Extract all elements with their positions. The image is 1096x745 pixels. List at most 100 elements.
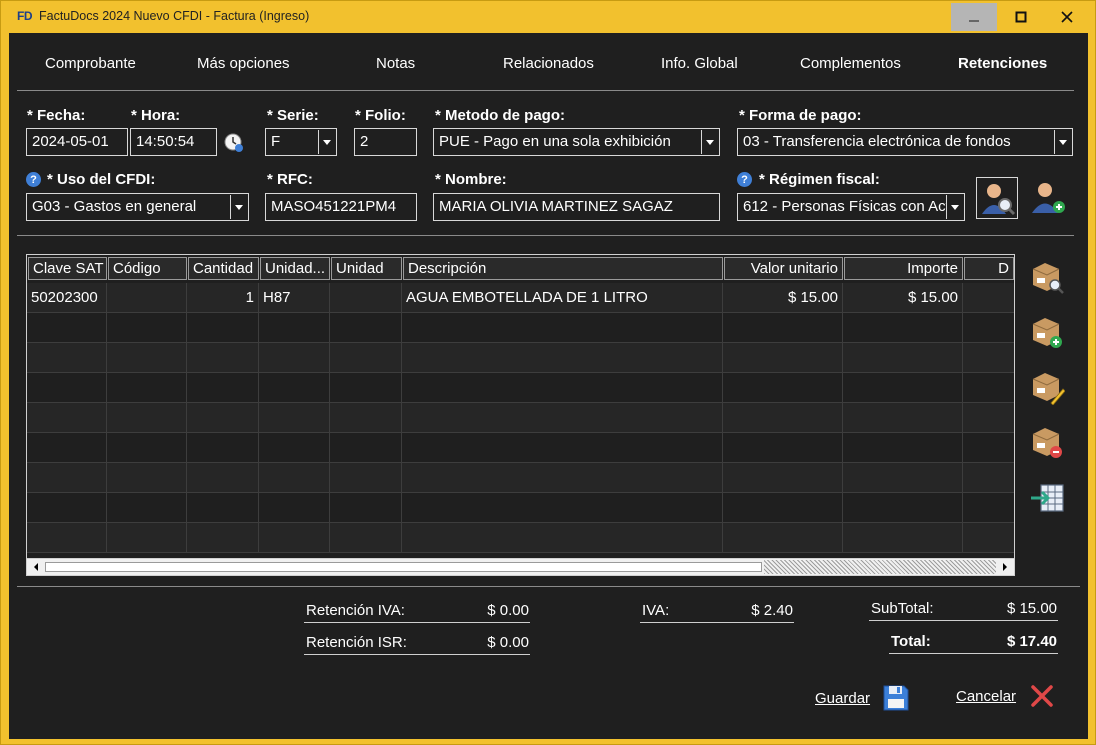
tab-relacionados[interactable]: Relacionados (503, 55, 594, 72)
delete-product-icon[interactable] (1029, 424, 1065, 460)
scroll-left-button[interactable] (28, 560, 44, 574)
metodo-pago-value: PUE - Pago en una sola exhibición (439, 133, 671, 150)
retencion-isr-value: $ 0.00 (487, 634, 529, 651)
scroll-track[interactable] (764, 560, 996, 574)
title-bar[interactable]: FD FactuDocs 2024 Nuevo CFDI - Factura (… (1, 1, 1095, 32)
tab-retenciones[interactable]: Retenciones (958, 55, 1047, 72)
app-window: F D FactuDocs 2024 Nuevo CFDI - Factura (… (0, 0, 1096, 745)
concepts-table[interactable]: Clave SAT Código Cantidad Unidad... Unid… (26, 254, 1015, 576)
table-cell (107, 523, 187, 553)
table-cell (402, 523, 723, 553)
column-header[interactable]: Clave SAT (28, 257, 107, 280)
table-row[interactable] (27, 463, 1014, 493)
scroll-right-button[interactable] (997, 560, 1013, 574)
scroll-thumb[interactable] (45, 562, 762, 572)
table-cell (107, 493, 187, 523)
table-cell (723, 433, 843, 463)
retencion-isr-label: Retención ISR: (306, 634, 407, 651)
fecha-field[interactable]: 2024-05-01 (26, 128, 128, 156)
column-header[interactable]: Unidad (331, 257, 402, 280)
table-cell (330, 373, 402, 403)
tab-notas[interactable]: Notas (376, 55, 415, 72)
table-cell (723, 313, 843, 343)
forma-pago-select[interactable]: 03 - Transferencia electrónica de fondos (737, 128, 1073, 156)
chevron-down-icon[interactable] (701, 130, 718, 154)
column-header[interactable]: Cantidad (188, 257, 259, 280)
column-header[interactable]: D (964, 257, 1014, 280)
minimize-button[interactable] (951, 3, 997, 31)
totals-divider (17, 586, 1080, 587)
add-user-icon[interactable] (1029, 180, 1069, 216)
table-row[interactable] (27, 373, 1014, 403)
table-cell (107, 403, 187, 433)
clock-icon[interactable] (223, 132, 245, 154)
tab-mas-opciones[interactable]: Más opciones (197, 55, 290, 72)
uso-cfdi-select[interactable]: G03 - Gastos en general (26, 193, 249, 221)
maximize-button[interactable] (998, 3, 1044, 31)
table-cell (843, 403, 963, 433)
tab-complementos[interactable]: Complementos (800, 55, 901, 72)
table-cell (187, 493, 259, 523)
cancel-x-icon (1031, 685, 1053, 707)
tab-info-global[interactable]: Info. Global (661, 55, 738, 72)
chevron-down-icon[interactable] (946, 195, 963, 219)
column-header[interactable]: Valor unitario (724, 257, 843, 280)
regimen-select[interactable]: 612 - Personas Físicas con Actividades E… (737, 193, 965, 221)
table-cell (402, 343, 723, 373)
hora-field[interactable]: 14:50:54 (130, 128, 217, 156)
nombre-label: * Nombre: (435, 171, 507, 188)
table-cell (330, 433, 402, 463)
column-header[interactable]: Código (108, 257, 187, 280)
table-row[interactable] (27, 403, 1014, 433)
import-table-icon[interactable] (1029, 479, 1065, 515)
folio-field[interactable]: 2 (354, 128, 417, 156)
table-cell (27, 463, 107, 493)
table-cell: AGUA EMBOTELLADA DE 1 LITRO (402, 283, 723, 313)
table-cell (187, 433, 259, 463)
search-product-icon[interactable] (1029, 259, 1065, 295)
search-client-button[interactable] (976, 177, 1018, 219)
uso-cfdi-value: G03 - Gastos en general (32, 198, 197, 215)
table-cell (27, 523, 107, 553)
table-cell (107, 373, 187, 403)
table-cell (843, 433, 963, 463)
column-header[interactable]: Importe (844, 257, 963, 280)
help-icon[interactable]: ? (737, 172, 752, 187)
table-cell (963, 283, 1014, 313)
rfc-field[interactable]: MASO451221PM4 (265, 193, 417, 221)
help-icon[interactable]: ? (26, 172, 41, 187)
chevron-down-icon[interactable] (318, 130, 335, 154)
horizontal-scrollbar[interactable] (27, 558, 1014, 575)
table-cell (723, 343, 843, 373)
table-cell (402, 463, 723, 493)
guardar-button[interactable]: Guardar (815, 684, 910, 712)
table-cell (259, 373, 330, 403)
close-button[interactable] (1044, 3, 1090, 31)
column-header[interactable]: Descripción (403, 257, 723, 280)
table-cell (843, 343, 963, 373)
column-header[interactable]: Unidad... (260, 257, 330, 280)
metodo-pago-select[interactable]: PUE - Pago en una sola exhibición (433, 128, 720, 156)
chevron-down-icon[interactable] (1054, 130, 1071, 154)
tab-comprobante[interactable]: Comprobante (45, 55, 136, 72)
table-cell (259, 463, 330, 493)
table-row[interactable] (27, 313, 1014, 343)
edit-product-icon[interactable] (1029, 369, 1065, 405)
hora-label: * Hora: (131, 107, 181, 124)
table-cell (27, 373, 107, 403)
dialog-body: Comprobante Más opciones Notas Relaciona… (9, 33, 1088, 739)
table-row[interactable] (27, 433, 1014, 463)
table-row[interactable] (27, 343, 1014, 373)
table-row[interactable] (27, 523, 1014, 553)
table-row[interactable] (27, 493, 1014, 523)
save-icon (883, 685, 909, 711)
cancelar-button[interactable]: Cancelar (956, 684, 1054, 708)
table-row[interactable]: 50202300 1 H87 AGUA EMBOTELLADA DE 1 LIT… (27, 283, 1014, 313)
nombre-field[interactable]: MARIA OLIVIA MARTINEZ SAGAZ (433, 193, 720, 221)
close-icon (1061, 11, 1073, 23)
chevron-down-icon[interactable] (230, 195, 247, 219)
table-cell (259, 493, 330, 523)
serie-select[interactable]: F (265, 128, 337, 156)
window-title: FactuDocs 2024 Nuevo CFDI - Factura (Ing… (39, 9, 310, 23)
add-product-icon[interactable] (1029, 314, 1065, 350)
